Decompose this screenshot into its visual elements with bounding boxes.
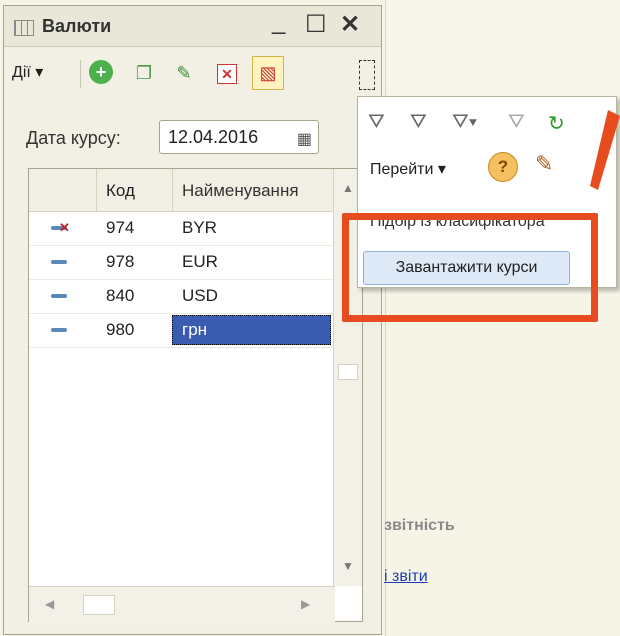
date-label: Дата курсу:: [26, 128, 121, 148]
row-icon: [51, 328, 67, 332]
filter-menu-icon[interactable]: ⛛▾: [452, 111, 477, 134]
scroll-thumb[interactable]: [83, 595, 115, 615]
table-icon: [14, 20, 34, 36]
row-code: 978: [106, 252, 135, 271]
row-name: грн: [182, 320, 208, 339]
calendar-icon[interactable]: ▦: [297, 129, 312, 149]
background-heading: звітність: [384, 517, 455, 534]
column-header-code[interactable]: Код: [106, 181, 135, 201]
close-icon[interactable]: ✕: [340, 10, 360, 39]
refresh-icon[interactable]: ↻: [548, 111, 565, 136]
row-name: BYR: [182, 218, 217, 237]
row-icon: [51, 294, 67, 298]
edit-icon[interactable]: ✎: [171, 60, 197, 86]
background-panel: [385, 0, 620, 95]
clear-filter-icon[interactable]: ⛛: [508, 111, 525, 134]
horizontal-scrollbar[interactable]: ◀ ▶: [29, 586, 335, 623]
scroll-left-icon[interactable]: ◀: [45, 597, 54, 611]
row-code: 980: [106, 320, 135, 339]
currency-table: Код Найменування 974 BYR 978 EUR 840 USD…: [28, 168, 363, 623]
table-header: Код Найменування: [29, 169, 335, 212]
actions-menu-button[interactable]: Дії ▾: [12, 62, 43, 82]
deletion-toggle-icon[interactable]: ▧: [252, 56, 284, 90]
row-icon: [51, 260, 67, 264]
highlight-frame: [342, 213, 598, 322]
edit-form-icon[interactable]: ✎: [535, 151, 553, 177]
scroll-right-icon[interactable]: ▶: [301, 597, 310, 611]
maximize-icon[interactable]: ☐: [305, 10, 327, 39]
column-divider: [172, 169, 173, 211]
row-code: 840: [106, 286, 135, 305]
scroll-thumb[interactable]: [338, 364, 358, 380]
toolbar: Дії ▾ + ❐ ✎ ✕ ▧: [4, 50, 375, 96]
table-row[interactable]: 974 BYR: [29, 211, 335, 246]
more-actions-icon[interactable]: [359, 60, 375, 90]
rate-date-value: 12.04.2016: [168, 127, 259, 147]
column-divider: [96, 169, 97, 211]
minimize-icon[interactable]: _: [272, 8, 285, 36]
currencies-window: Валюти _ ☐ ✕ Дії ▾ + ❐ ✎ ✕ ▧ Дата курсу:…: [3, 5, 382, 635]
help-icon[interactable]: ?: [488, 152, 518, 182]
table-row[interactable]: 978 EUR: [29, 245, 335, 280]
rate-date-field[interactable]: 12.04.2016 ▦: [159, 120, 319, 154]
highlight-arrow-icon: [590, 110, 620, 190]
delete-mark-icon[interactable]: ✕: [217, 64, 237, 84]
window-title: Валюти: [42, 16, 112, 36]
title-bar: Валюти _ ☐ ✕: [4, 6, 381, 47]
filter-settings-icon[interactable]: ⛛: [368, 111, 385, 134]
deleted-row-icon: [51, 220, 70, 236]
toolbar-divider: [80, 60, 81, 88]
scroll-up-icon[interactable]: ▲: [342, 181, 354, 195]
add-icon[interactable]: +: [89, 60, 113, 84]
background-link[interactable]: і звіти: [384, 568, 428, 586]
goto-menu-button[interactable]: Перейти ▾: [370, 159, 446, 179]
row-name: EUR: [182, 252, 218, 271]
row-name: USD: [182, 286, 218, 305]
table-row[interactable]: 840 USD: [29, 279, 335, 314]
copy-icon[interactable]: ❐: [131, 60, 157, 86]
table-row-selected[interactable]: 980 грн: [29, 313, 335, 348]
scroll-down-icon[interactable]: ▼: [342, 559, 354, 573]
column-header-name[interactable]: Найменування: [182, 181, 299, 201]
row-code: 974: [106, 218, 135, 237]
filter-icon[interactable]: ⛛: [410, 111, 427, 134]
